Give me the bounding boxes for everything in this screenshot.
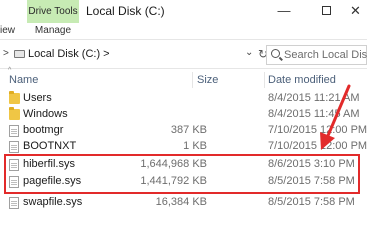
- close-button[interactable]: ✕: [344, 0, 367, 23]
- file-date: 8/5/2015 7:58 PM: [268, 196, 355, 208]
- column-divider[interactable]: [192, 72, 193, 88]
- tab-view[interactable]: iew: [0, 23, 15, 39]
- minimize-button[interactable]: —: [266, 0, 302, 23]
- file-date: 7/10/2015 12:00 PM: [268, 140, 367, 152]
- file-name: Windows: [23, 108, 68, 120]
- search-placeholder: Search Local Disk ...: [284, 49, 367, 61]
- breadcrumb[interactable]: Local Disk (C:) >: [28, 48, 110, 60]
- ribbon-tabs: iew Manage: [0, 23, 367, 39]
- folder-icon: [9, 107, 20, 120]
- list-item[interactable]: swapfile.sys 16,384 KB 8/5/2015 7:58 PM: [4, 195, 367, 211]
- expand-chevron-icon[interactable]: >: [3, 48, 9, 59]
- file-icon: [9, 141, 19, 153]
- search-input[interactable]: Search Local Disk ...: [266, 45, 367, 65]
- file-name: swapfile.sys: [23, 196, 83, 208]
- maximize-button[interactable]: [308, 0, 344, 23]
- highlight-box: [4, 154, 360, 194]
- file-size: 16,384 KB: [155, 196, 207, 208]
- file-size: 387 KB: [170, 124, 207, 136]
- column-header-name[interactable]: Name: [9, 69, 38, 91]
- file-name: BOOTNXT: [23, 140, 77, 152]
- chevron-down-icon[interactable]: ⌄: [245, 47, 253, 58]
- tab-manage[interactable]: Manage: [27, 23, 79, 39]
- window-title: Local Disk (C:): [86, 4, 165, 18]
- column-divider[interactable]: [264, 72, 265, 88]
- title-bar: Drive Tools Local Disk (C:) — ✕: [0, 0, 367, 23]
- file-name: bootmgr: [23, 124, 64, 136]
- list-item[interactable]: BOOTNXT 1 KB 7/10/2015 12:00 PM: [4, 139, 367, 155]
- column-header-date[interactable]: Date modified: [268, 69, 336, 91]
- file-name: Users: [23, 92, 52, 104]
- file-date: 8/4/2015 11:45 AM: [268, 108, 360, 120]
- drive-icon: [14, 50, 25, 58]
- file-icon: [9, 125, 19, 137]
- maximize-icon: [321, 6, 331, 16]
- file-date: 7/10/2015 12:00 PM: [268, 124, 367, 136]
- list-item[interactable]: Windows 8/4/2015 11:45 AM: [4, 107, 367, 123]
- file-size: 1 KB: [183, 140, 207, 152]
- file-icon: [9, 197, 19, 209]
- drive-tools-tab[interactable]: Drive Tools: [27, 0, 79, 23]
- address-row: > Local Disk (C:) > ⌄ ↻ Search Local Dis…: [0, 39, 367, 69]
- column-header-size[interactable]: Size: [197, 69, 218, 91]
- file-date: 8/4/2015 11:21 AM: [268, 92, 360, 104]
- list-item[interactable]: bootmgr 387 KB 7/10/2015 12:00 PM: [4, 123, 367, 139]
- list-item[interactable]: Users 8/4/2015 11:21 AM: [4, 91, 367, 107]
- folder-icon: [9, 91, 20, 104]
- search-icon: [271, 49, 280, 58]
